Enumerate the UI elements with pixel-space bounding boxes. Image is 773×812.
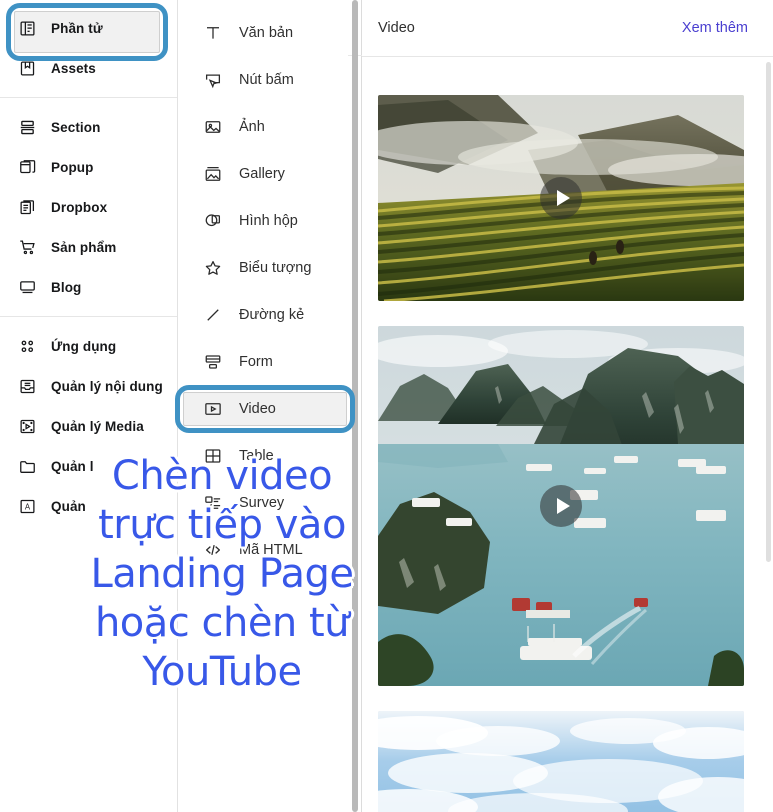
sidebar-item-label: Quản lý nội dung (51, 378, 163, 394)
bookmark-assets-icon (18, 59, 37, 78)
text-t-icon (203, 23, 223, 43)
video-play-icon (203, 399, 223, 419)
elements-panel-scrollbar[interactable] (352, 0, 358, 812)
element-item-label: Đường kẻ (239, 306, 305, 323)
sidebar-item-label: Quản l (51, 458, 94, 474)
folder-icon (18, 457, 37, 476)
line-slash-icon (203, 305, 223, 325)
svg-text:A: A (25, 502, 31, 511)
sidebar-item-popup[interactable]: Popup (0, 147, 177, 187)
sidebar-item-label: Quản (51, 498, 86, 514)
popup-windows-icon (18, 158, 37, 177)
video-card-terraced-rice-fields[interactable] (378, 95, 744, 301)
video-panel-scrollbar[interactable] (766, 62, 771, 562)
sidebar-item-phan-tu[interactable]: Phần tử (0, 8, 177, 48)
element-item-label: Form (239, 353, 273, 370)
elements-panel: Văn bản Nút bấm Ảnh Gallery Hình hộp Biể… (178, 0, 362, 812)
sidebar-item-label: Assets (51, 60, 96, 76)
sidebar-item-ung-dung[interactable]: Ứng dụng (0, 326, 177, 366)
sidebar-item-label: Popup (51, 159, 94, 175)
video-library-panel: Video Xem thêm (362, 0, 773, 812)
sidebar-group-2: Section Popup Dropbox Sản phẩm Blog (0, 107, 177, 307)
form-icon (203, 352, 223, 372)
left-sidebar: Phần tử Assets Section Popup Dropbox Sản… (0, 0, 178, 812)
element-item-label: Survey (239, 494, 285, 511)
sidebar-item-label: Sản phẩm (51, 239, 117, 255)
sidebar-item-quan-ly-file[interactable]: Quản l (0, 446, 177, 486)
dropbox-list-icon (18, 198, 37, 217)
shopping-cart-icon (18, 238, 37, 257)
scrollbar-thumb[interactable] (352, 0, 358, 812)
sidebar-item-section[interactable]: Section (0, 107, 177, 147)
sidebar-item-quan-ly-media[interactable]: Quản lý Media (0, 406, 177, 446)
sidebar-item-label: Ứng dụng (51, 338, 117, 354)
sidebar-item-san-pham[interactable]: Sản phẩm (0, 227, 177, 267)
video-list (362, 57, 773, 812)
sidebar-item-label: Section (51, 119, 101, 135)
element-item-bieu-tuong[interactable]: Biểu tượng (178, 244, 361, 291)
element-item-label: Table (239, 447, 274, 464)
sidebar-item-label: Quản lý Media (51, 418, 144, 434)
element-item-gallery[interactable]: Gallery (178, 150, 361, 197)
sidebar-item-dropbox[interactable]: Dropbox (0, 187, 177, 227)
section-rows-icon (18, 118, 37, 137)
video-panel-header: Video Xem thêm (362, 0, 773, 57)
sidebar-item-label: Dropbox (51, 199, 108, 215)
element-item-duong-ke[interactable]: Đường kẻ (178, 291, 361, 338)
survey-checklist-icon (203, 493, 223, 513)
video-panel-title: Video (378, 20, 415, 36)
code-html-icon (203, 540, 223, 560)
element-item-form[interactable]: Form (178, 338, 361, 385)
play-icon[interactable] (540, 485, 582, 527)
element-item-label: Gallery (239, 165, 285, 182)
element-item-label: Hình hộp (239, 212, 298, 229)
element-item-anh[interactable]: Ảnh (178, 103, 361, 150)
blog-monitor-icon (18, 278, 37, 297)
font-letter-icon: A (18, 497, 37, 516)
sidebar-item-assets[interactable]: Assets (0, 48, 177, 88)
sidebar-divider (0, 97, 177, 98)
star-icon (203, 258, 223, 278)
sidebar-group-3: Ứng dụng Quản lý nội dung Quản lý Media … (0, 326, 177, 526)
element-item-label: Nút bấm (239, 71, 294, 88)
element-item-label: Mã HTML (239, 541, 303, 558)
sidebar-item-label: Blog (51, 279, 82, 295)
sidebar-item-quan-ly-font[interactable]: A Quản (0, 486, 177, 526)
apps-grid-icon (18, 337, 37, 356)
table-icon (203, 446, 223, 466)
element-item-video[interactable]: Video (178, 385, 361, 432)
element-item-label: Video (239, 400, 276, 417)
video-card-blue-sky-clouds[interactable] (378, 711, 744, 812)
play-icon[interactable] (540, 177, 582, 219)
element-item-table[interactable]: Table (178, 432, 361, 479)
image-icon (203, 117, 223, 137)
element-item-label: Văn bản (239, 24, 294, 41)
view-more-link[interactable]: Xem thêm (682, 20, 748, 36)
element-item-van-ban[interactable]: Văn bản (178, 9, 361, 56)
element-item-ma-html[interactable]: Mã HTML (178, 526, 361, 573)
element-item-label: Biểu tượng (239, 259, 312, 276)
element-item-survey[interactable]: Survey (178, 479, 361, 526)
app-window: Phần tử Assets Section Popup Dropbox Sản… (0, 0, 773, 812)
element-item-hinh-hop[interactable]: Hình hộp (178, 197, 361, 244)
blue-sky-clouds-thumbnail (378, 711, 744, 812)
layout-elements-icon (18, 19, 37, 38)
sidebar-divider (0, 316, 177, 317)
sidebar-item-quan-ly-noi-dung[interactable]: Quản lý nội dung (0, 366, 177, 406)
shape-box-icon (203, 211, 223, 231)
sidebar-item-label: Phần tử (51, 20, 103, 36)
button-cursor-icon (203, 70, 223, 90)
element-item-label: Ảnh (239, 118, 265, 135)
content-manager-icon (18, 377, 37, 396)
sidebar-item-blog[interactable]: Blog (0, 267, 177, 307)
gallery-icon (203, 164, 223, 184)
element-item-nut-bam[interactable]: Nút bấm (178, 56, 361, 103)
media-manager-icon (18, 417, 37, 436)
video-card-halong-bay[interactable] (378, 326, 744, 686)
